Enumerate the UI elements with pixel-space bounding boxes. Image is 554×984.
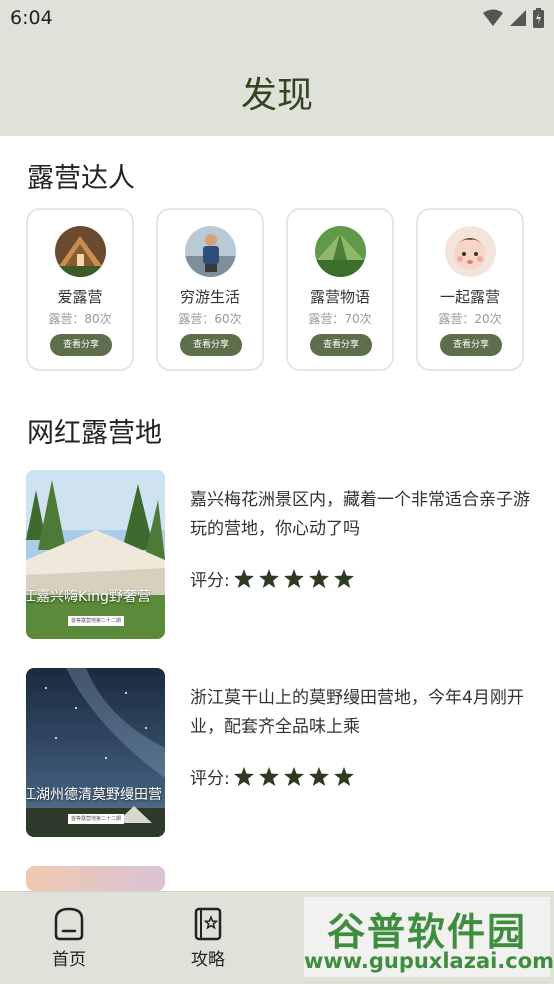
- spot-item[interactable]: 江嘉兴嗨King野奢营 首等露营地第二十二期 嘉兴梅花洲景区内，藏着一个非常适合…: [26, 470, 536, 640]
- expert-count: 露营：80次: [48, 312, 112, 326]
- avatar: [185, 226, 236, 277]
- expert-card[interactable]: 穷游生活 露营：60次 查看分享: [156, 208, 264, 371]
- avatar: [315, 226, 366, 277]
- expert-card[interactable]: 一起露营 露营：20次 查看分享: [416, 208, 524, 371]
- star-icon: [333, 767, 354, 786]
- expert-name: 露营物语: [309, 288, 370, 306]
- spot-rating: 评分:: [190, 566, 354, 591]
- spot-description: 浙江莫干山上的莫野缦田营地，今年4月刚开业，配套齐全品味上乘: [190, 688, 524, 737]
- avatar: [445, 226, 496, 277]
- app-header: 发现: [0, 38, 554, 136]
- spot-thumbnail[interactable]: 江湖州德清莫野缦田营 首等露营地第二十二期: [26, 668, 165, 837]
- rating-label: 评分:: [190, 571, 230, 591]
- nav-label-guide: 攻略: [191, 950, 225, 970]
- star-icon: [333, 569, 354, 588]
- battery-icon: [533, 8, 544, 28]
- page-title: 发现: [240, 75, 313, 116]
- watermark-title: 谷普软件园: [326, 910, 527, 954]
- spot-thumbnail[interactable]: 江嘉兴嗨King野奢营 首等露营地第二十二期: [26, 470, 165, 639]
- star-icon: [233, 767, 254, 786]
- nav-item-home[interactable]: 首页: [29, 907, 109, 970]
- rating-label: 评分:: [190, 769, 230, 789]
- rating-stars: [233, 767, 354, 786]
- rating-stars: [233, 569, 354, 588]
- thumbnail-subcaption: 首等露营地第二十二期: [68, 616, 124, 626]
- expert-count: 露营：20次: [438, 312, 502, 326]
- expert-name: 穷游生活: [179, 288, 240, 306]
- star-icon: [283, 767, 304, 786]
- nav-label-home: 首页: [52, 950, 86, 970]
- expert-list: 爱露营 露营：80次 查看分享 穷游生活 露营：60次 查看分享 露营物语 露营…: [26, 208, 526, 371]
- guide-icon: [194, 907, 222, 941]
- expert-count: 露营：60次: [178, 312, 242, 326]
- nav-item-guide[interactable]: 攻略: [168, 907, 248, 970]
- view-share-button[interactable]: 查看分享: [440, 334, 502, 356]
- star-icon: [233, 569, 254, 588]
- star-icon: [258, 569, 279, 588]
- avatar: [55, 226, 106, 277]
- view-share-button[interactable]: 查看分享: [180, 334, 242, 356]
- spot-thumbnail[interactable]: [26, 866, 165, 891]
- star-icon: [308, 767, 329, 786]
- star-icon: [308, 569, 329, 588]
- expert-count: 露营：70次: [308, 312, 372, 326]
- watermark-url: www.gupuxlazai.com: [304, 949, 554, 973]
- experts-section-title: 露营达人: [27, 163, 135, 194]
- home-icon: [54, 907, 84, 941]
- wifi-icon: [483, 9, 503, 26]
- spot-description: 嘉兴梅花洲景区内，藏着一个非常适合亲子游玩的营地，你心动了吗: [190, 490, 530, 539]
- star-icon: [283, 569, 304, 588]
- view-share-button[interactable]: 查看分享: [310, 334, 372, 356]
- watermark: 谷普软件园 www.gupuxlazai.com: [304, 897, 554, 977]
- thumbnail-subcaption: 首等露营地第二十二期: [68, 814, 124, 824]
- signal-icon: [510, 10, 526, 26]
- status-bar: 6:04: [0, 0, 554, 38]
- thumbnail-caption: 江湖州德清莫野缦田营: [26, 787, 162, 803]
- thumbnail-caption: 江嘉兴嗨King野奢营: [26, 589, 151, 605]
- star-icon: [258, 767, 279, 786]
- expert-name: 一起露营: [439, 288, 500, 306]
- spot-item[interactable]: 江湖州德清莫野缦田营 首等露营地第二十二期 浙江莫干山上的莫野缦田营地，今年4月…: [26, 668, 536, 838]
- view-share-button[interactable]: 查看分享: [50, 334, 112, 356]
- spot-rating: 评分:: [190, 764, 354, 789]
- expert-card[interactable]: 爱露营 露营：80次 查看分享: [26, 208, 134, 371]
- spots-section-title: 网红露营地: [27, 418, 162, 449]
- expert-name: 爱露营: [57, 288, 103, 306]
- expert-card[interactable]: 露营物语 露营：70次 查看分享: [286, 208, 394, 371]
- spot-item[interactable]: [26, 866, 536, 891]
- status-icons: [483, 8, 544, 28]
- status-time: 6:04: [10, 7, 53, 29]
